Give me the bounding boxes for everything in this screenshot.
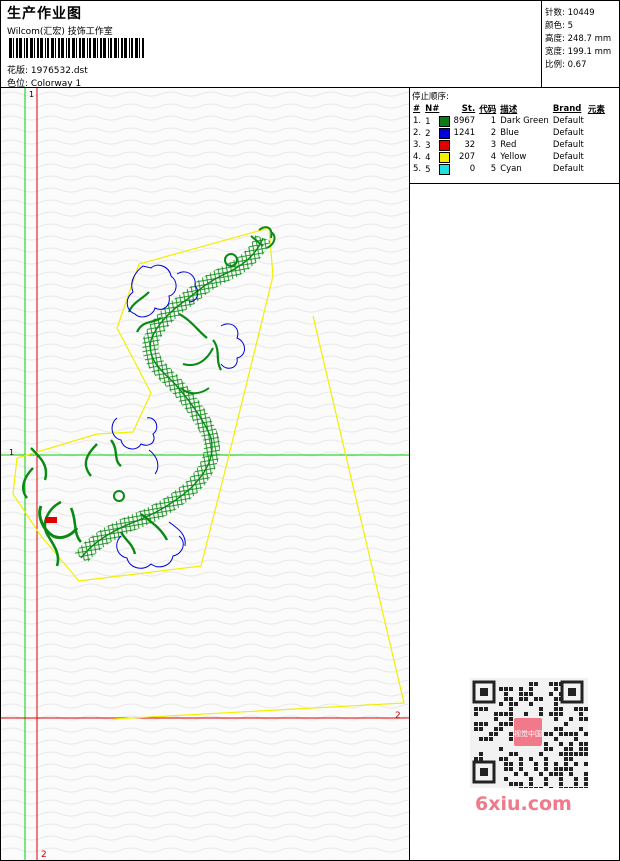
design-width: 宽度: 199.1 mm — [545, 47, 612, 57]
color-swatch — [438, 115, 450, 127]
stop-element — [586, 139, 607, 151]
qr-center-text: 视觉中国 — [514, 729, 542, 738]
col-header-brand: Brand — [552, 103, 582, 114]
barcode — [9, 38, 144, 58]
color-swatch — [438, 139, 450, 151]
design-scale: 比例: 0.67 — [545, 60, 587, 70]
stop-sequence-title: 停止顺序: — [412, 92, 449, 102]
stop-brand: Default — [552, 116, 584, 126]
stop-brand: Default — [552, 164, 584, 174]
col-header-number: N# — [425, 103, 440, 114]
stop-number-label: 5 — [425, 164, 431, 175]
stop-description: Yellow — [500, 152, 527, 162]
stop-index: 3. — [413, 140, 422, 150]
col-header-code: 代码 — [479, 104, 497, 115]
stop-stitches: 1241 — [453, 128, 476, 138]
stop-code: 5 — [490, 164, 497, 174]
watermark-qr: 视觉中国 — [470, 678, 588, 810]
stop-element — [586, 127, 607, 139]
col-header-element: 元素 — [587, 104, 605, 115]
design-file: 花版: 1976532.dst — [7, 66, 88, 76]
stop-element — [586, 163, 607, 175]
stop-index: 1. — [413, 116, 422, 126]
stop-code: 4 — [490, 152, 497, 162]
stop-row: 5. 5 0 5 Cyan Default — [411, 163, 607, 175]
stop-row: 4. 4 207 4 Yellow Default — [411, 151, 607, 163]
col-header-description: 描述 — [500, 104, 518, 115]
stop-table-header: # N# St. 代码 描述 Brand 元素 — [411, 102, 607, 115]
design-preview: 1 1 2 2 — [1, 88, 410, 860]
color-swatch — [438, 151, 450, 163]
qr-code: 视觉中国 — [470, 678, 588, 791]
stop-row: 3. 3 32 3 Red Default — [411, 139, 607, 151]
stop-row: 1. 1 8967 1 Dark Green Default — [411, 115, 607, 127]
stop-number: 2 — [423, 127, 451, 139]
embroidery-design: 1 1 2 2 — [1, 88, 409, 860]
stop-index: 4. — [413, 152, 422, 162]
col-header-stitches: St. — [461, 103, 476, 114]
stop-brand: Default — [552, 152, 584, 162]
company-name: Wilcom(汇宏) 技饰工作室 — [7, 27, 113, 37]
stop-number: 4 — [423, 151, 451, 163]
stop-element — [586, 151, 607, 163]
production-worksheet: 生产作业图 Wilcom(汇宏) 技饰工作室 花版: 1976532.dst 色… — [0, 0, 620, 861]
stop-description: Blue — [500, 128, 520, 138]
stop-description: Cyan — [500, 164, 522, 174]
stop-stitches: 8967 — [453, 116, 476, 126]
stop-stitches: 32 — [464, 140, 476, 150]
stitch-count: 针数: 10449 — [545, 8, 595, 18]
stop-number: 5 — [423, 163, 451, 175]
h-green-label: 1 — [9, 448, 14, 457]
stop-code: 2 — [490, 128, 497, 138]
color-swatch — [438, 163, 450, 175]
stop-number-label: 3 — [425, 140, 431, 151]
stop-brand: Default — [552, 128, 584, 138]
red-stitch-element — [45, 517, 57, 523]
page-title: 生产作业图 — [7, 6, 82, 22]
stop-number-label: 2 — [425, 128, 431, 139]
h-red-label: 2 — [395, 711, 401, 721]
color-count: 颜色: 5 — [545, 21, 573, 31]
stop-sequence: 停止顺序: # N# St. 代码 描述 Brand 元素 1. 1 8967 1 Da… — [410, 88, 619, 184]
stop-stitches: 0 — [469, 164, 476, 174]
stop-stitches: 207 — [458, 152, 476, 162]
v-green-label: 1 — [29, 90, 34, 99]
stop-index: 2. — [413, 128, 422, 138]
col-header-index: # — [413, 103, 421, 114]
stop-brand: Default — [552, 140, 584, 150]
stop-row: 2. 2 1241 2 Blue Default — [411, 127, 607, 139]
stop-sequence-table: # N# St. 代码 描述 Brand 元素 1. 1 8967 1 Dark Gre… — [411, 102, 607, 175]
stop-number-label: 1 — [425, 116, 431, 127]
stop-code: 1 — [490, 116, 497, 126]
color-swatch — [438, 127, 450, 139]
watermark-brand: 6xiu.com — [475, 793, 572, 815]
stop-element — [586, 115, 607, 127]
stop-number: 1 — [423, 115, 451, 127]
stop-number: 3 — [423, 139, 451, 151]
right-panel: 停止顺序: # N# St. 代码 描述 Brand 元素 1. 1 8967 1 Da… — [410, 88, 619, 860]
stop-index: 5. — [413, 164, 422, 174]
header-block: 生产作业图 Wilcom(汇宏) 技饰工作室 花版: 1976532.dst 色… — [1, 1, 541, 89]
v-red-label: 2 — [41, 850, 47, 860]
design-info-block: 针数: 10449 颜色: 5 高度: 248.7 mm 宽度: 199.1 m… — [541, 1, 620, 88]
stop-description: Red — [500, 140, 517, 150]
stop-number-label: 4 — [425, 152, 431, 163]
stop-code: 3 — [490, 140, 497, 150]
stop-description: Dark Green — [500, 116, 549, 126]
design-height: 高度: 248.7 mm — [545, 34, 612, 44]
